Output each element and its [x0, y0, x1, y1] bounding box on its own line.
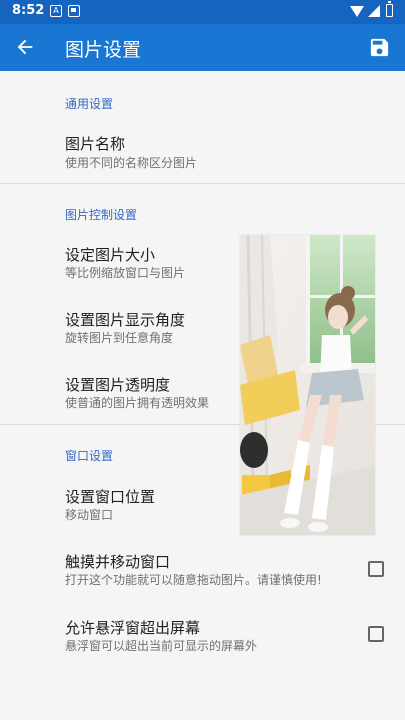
setting-image-size-subtitle: 等比例缩放窗口与图片 [65, 266, 186, 280]
arrow-back-icon[interactable] [14, 36, 36, 58]
setting-image-angle-subtitle: 旋转图片到任意角度 [65, 331, 174, 345]
wifi-icon [350, 6, 364, 17]
floating-image[interactable] [240, 235, 375, 535]
touch-move-checkbox[interactable] [368, 561, 384, 577]
save-icon[interactable] [368, 36, 391, 59]
image-icon [68, 5, 80, 17]
setting-allow-overflow[interactable]: 允许悬浮窗超出屏幕 悬浮窗可以超出当前可显示的屏幕外 [0, 605, 405, 667]
setting-touch-move-subtitle: 打开这个功能就可以随意拖动图片。请谨慎使用! [65, 573, 322, 587]
setting-window-position-subtitle: 移动窗口 [65, 508, 114, 522]
section-header-general: 通用设置 [65, 97, 114, 111]
status-time: 8:52 [12, 3, 45, 18]
setting-image-size-title: 设定图片大小 [65, 246, 156, 264]
signal-icon [368, 5, 380, 17]
setting-image-name-subtitle: 使用不同的名称区分图片 [65, 156, 198, 170]
battery-icon [386, 1, 393, 17]
toolbar: 图片设置 [0, 24, 405, 71]
setting-window-position-title: 设置窗口位置 [65, 488, 156, 506]
setting-allow-overflow-subtitle: 悬浮窗可以超出当前可显示的屏幕外 [65, 639, 258, 653]
setting-image-name-title: 图片名称 [65, 135, 126, 153]
a-icon: A [50, 5, 62, 17]
page-title: 图片设置 [65, 39, 142, 61]
allow-overflow-checkbox[interactable] [368, 626, 384, 642]
setting-allow-overflow-title: 允许悬浮窗超出屏幕 [65, 619, 201, 637]
divider [0, 183, 405, 184]
setting-touch-move-title: 触摸并移动窗口 [65, 553, 171, 571]
photo-overlay [240, 235, 375, 535]
setting-image-name[interactable]: 图片名称 使用不同的名称区分图片 [0, 121, 405, 183]
section-header-image-control: 图片控制设置 [65, 208, 138, 222]
setting-image-opacity-subtitle: 使普通的图片拥有透明效果 [65, 396, 210, 410]
setting-touch-move[interactable]: 触摸并移动窗口 打开这个功能就可以随意拖动图片。请谨慎使用! [0, 539, 405, 601]
setting-image-opacity-title: 设置图片透明度 [65, 376, 171, 394]
section-header-window: 窗口设置 [65, 449, 114, 463]
status-bar: 8:52 A [0, 0, 405, 24]
setting-image-angle-title: 设置图片显示角度 [65, 311, 186, 329]
